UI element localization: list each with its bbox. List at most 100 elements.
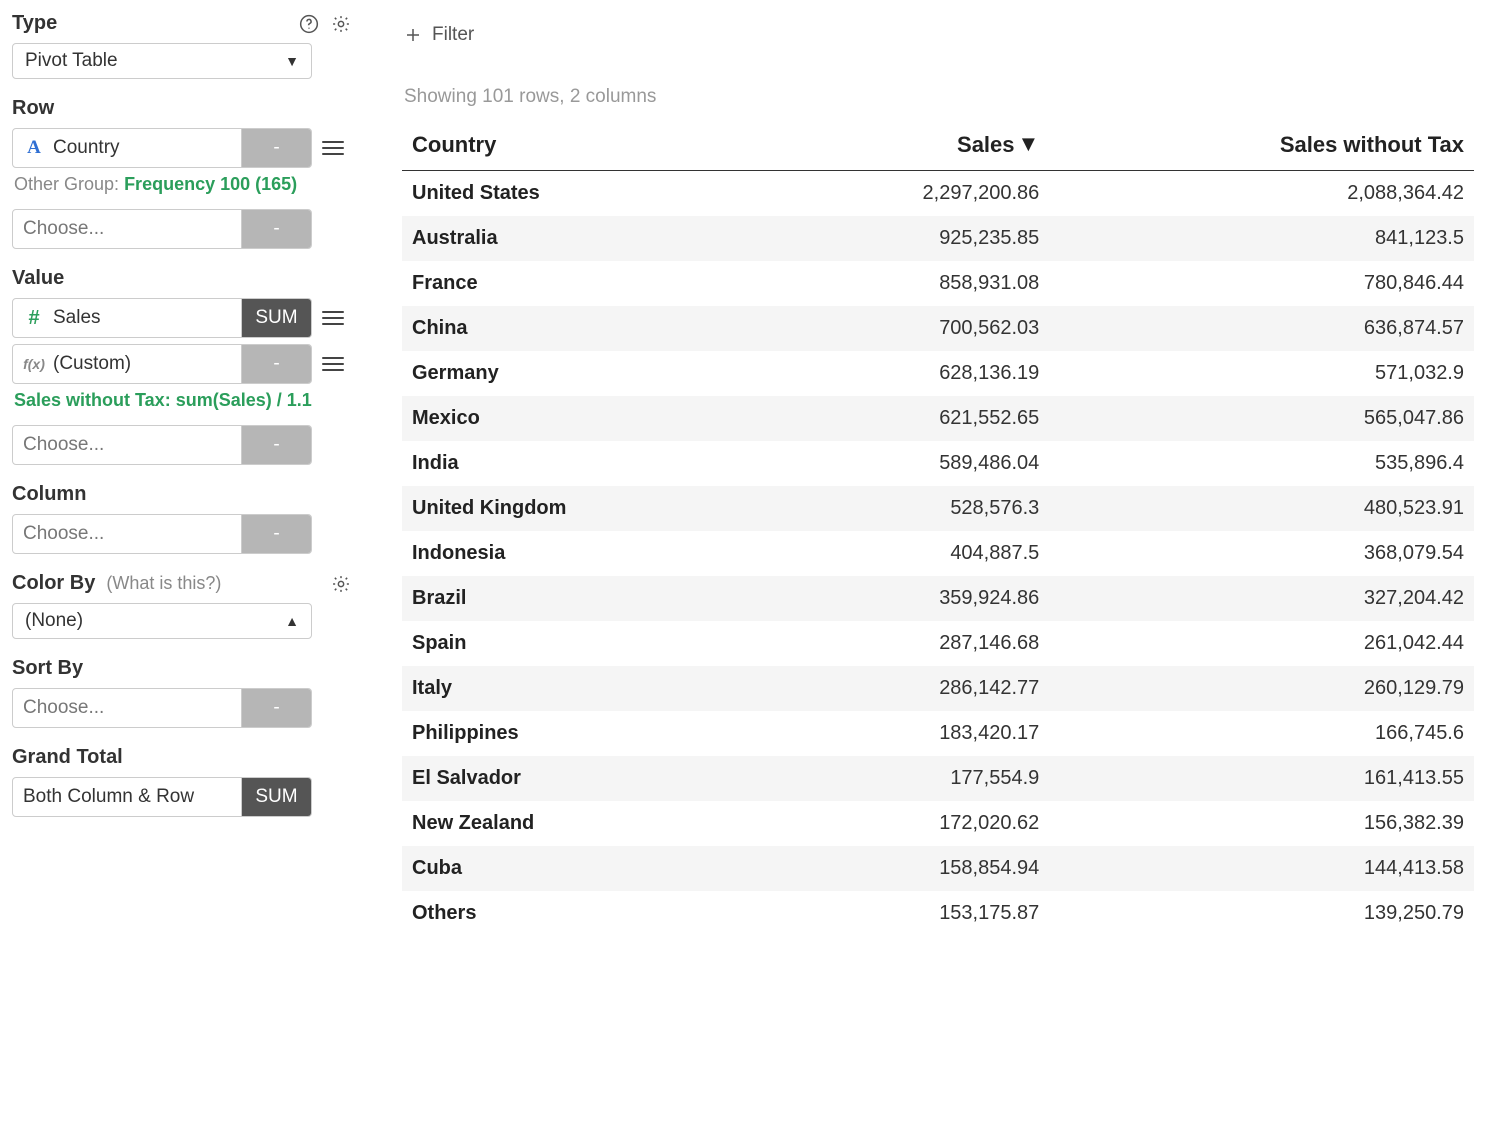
cell-sales-no-tax: 144,413.58 bbox=[1049, 846, 1474, 891]
cell-sales-no-tax: 368,079.54 bbox=[1049, 531, 1474, 576]
cell-sales: 183,420.17 bbox=[765, 711, 1049, 756]
status-text: Showing 101 rows, 2 columns bbox=[404, 86, 1474, 108]
sortby-choose[interactable]: Choose... - bbox=[12, 688, 312, 728]
cell-sales: 589,486.04 bbox=[765, 441, 1049, 486]
table-row: Cuba158,854.94144,413.58 bbox=[402, 846, 1474, 891]
cell-country: New Zealand bbox=[402, 801, 765, 846]
table-row: New Zealand172,020.62156,382.39 bbox=[402, 801, 1474, 846]
row-field-name: Country bbox=[53, 137, 120, 159]
colorby-label: Color By bbox=[12, 572, 95, 594]
gear-icon[interactable] bbox=[330, 13, 352, 35]
colorby-select-value: (None) bbox=[25, 610, 83, 632]
sort-desc-icon: ▼ bbox=[1018, 131, 1040, 157]
cell-country: Indonesia bbox=[402, 531, 765, 576]
cell-country: Mexico bbox=[402, 396, 765, 441]
sortby-label: Sort By bbox=[12, 657, 83, 680]
cell-sales: 153,175.87 bbox=[765, 891, 1049, 936]
sortby-choose-agg-button[interactable]: - bbox=[241, 689, 311, 727]
gear-icon[interactable] bbox=[330, 573, 352, 595]
cell-country: United States bbox=[402, 171, 765, 217]
pivot-table: Country Sales▼ Sales without Tax United … bbox=[402, 120, 1474, 936]
table-row: Mexico621,552.65565,047.86 bbox=[402, 396, 1474, 441]
table-row: United States2,297,200.862,088,364.42 bbox=[402, 171, 1474, 217]
value-custom-name: (Custom) bbox=[53, 353, 131, 375]
cell-sales-no-tax: 571,032.9 bbox=[1049, 351, 1474, 396]
value-field-custom[interactable]: f(x) (Custom) - bbox=[12, 344, 312, 384]
row-field-agg-button[interactable]: - bbox=[241, 129, 311, 167]
cell-sales: 286,142.77 bbox=[765, 666, 1049, 711]
cell-sales: 621,552.65 bbox=[765, 396, 1049, 441]
chevron-down-icon: ▼ bbox=[285, 53, 299, 69]
table-row: India589,486.04535,896.4 bbox=[402, 441, 1474, 486]
table-row: Philippines183,420.17166,745.6 bbox=[402, 711, 1474, 756]
help-icon[interactable] bbox=[298, 13, 320, 35]
value-field-sales[interactable]: # Sales SUM bbox=[12, 298, 312, 338]
cell-country: China bbox=[402, 306, 765, 351]
row-choose-agg-button[interactable]: - bbox=[241, 210, 311, 248]
column-choose[interactable]: Choose... - bbox=[12, 514, 312, 554]
row-label: Row bbox=[12, 97, 54, 120]
value-custom-agg-button[interactable]: - bbox=[241, 345, 311, 383]
cell-sales: 404,887.5 bbox=[765, 531, 1049, 576]
table-row: Spain287,146.68261,042.44 bbox=[402, 621, 1474, 666]
cell-sales: 628,136.19 bbox=[765, 351, 1049, 396]
table-row: Others153,175.87139,250.79 bbox=[402, 891, 1474, 936]
cell-country: Spain bbox=[402, 621, 765, 666]
cell-country: Germany bbox=[402, 351, 765, 396]
value-choose-agg-button[interactable]: - bbox=[241, 426, 311, 464]
cell-country: Australia bbox=[402, 216, 765, 261]
row-field-country[interactable]: A Country - bbox=[12, 128, 312, 168]
cell-country: El Salvador bbox=[402, 756, 765, 801]
cell-sales-no-tax: 841,123.5 bbox=[1049, 216, 1474, 261]
cell-sales-no-tax: 565,047.86 bbox=[1049, 396, 1474, 441]
colorby-select[interactable]: (None) ▲ bbox=[12, 603, 312, 639]
cell-country: Philippines bbox=[402, 711, 765, 756]
cell-sales: 172,020.62 bbox=[765, 801, 1049, 846]
cell-sales-no-tax: 2,088,364.42 bbox=[1049, 171, 1474, 217]
header-country[interactable]: Country bbox=[402, 120, 765, 171]
type-select[interactable]: Pivot Table ▼ bbox=[12, 43, 312, 79]
row-other-group: Other Group: Frequency 100 (165) bbox=[14, 174, 350, 195]
cell-sales: 700,562.03 bbox=[765, 306, 1049, 351]
column-choose-agg-button[interactable]: - bbox=[241, 515, 311, 553]
cell-country: Cuba bbox=[402, 846, 765, 891]
table-row: Indonesia404,887.5368,079.54 bbox=[402, 531, 1474, 576]
type-label: Type bbox=[12, 12, 57, 35]
cell-sales: 287,146.68 bbox=[765, 621, 1049, 666]
value-choose[interactable]: Choose... - bbox=[12, 425, 312, 465]
table-row: United Kingdom528,576.3480,523.91 bbox=[402, 486, 1474, 531]
drag-handle-icon[interactable] bbox=[322, 141, 344, 155]
add-filter-button[interactable]: Filter bbox=[404, 24, 1474, 46]
cell-sales: 858,931.08 bbox=[765, 261, 1049, 306]
grandtotal-label: Grand Total bbox=[12, 746, 123, 769]
cell-sales-no-tax: 535,896.4 bbox=[1049, 441, 1474, 486]
grandtotal-select[interactable]: Both Column & Row SUM bbox=[12, 777, 312, 817]
header-sales-no-tax[interactable]: Sales without Tax bbox=[1049, 120, 1474, 171]
header-sales[interactable]: Sales▼ bbox=[765, 120, 1049, 171]
table-row: Australia925,235.85841,123.5 bbox=[402, 216, 1474, 261]
type-select-value: Pivot Table bbox=[25, 50, 118, 72]
cell-country: Brazil bbox=[402, 576, 765, 621]
table-row: Italy286,142.77260,129.79 bbox=[402, 666, 1474, 711]
grandtotal-agg-button[interactable]: SUM bbox=[241, 778, 311, 816]
cell-country: Italy bbox=[402, 666, 765, 711]
drag-handle-icon[interactable] bbox=[322, 311, 344, 325]
drag-handle-icon[interactable] bbox=[322, 357, 344, 371]
cell-country: India bbox=[402, 441, 765, 486]
cell-sales: 158,854.94 bbox=[765, 846, 1049, 891]
row-choose[interactable]: Choose... - bbox=[12, 209, 312, 249]
cell-country: France bbox=[402, 261, 765, 306]
value-field-agg-button[interactable]: SUM bbox=[241, 299, 311, 337]
colorby-hint[interactable]: (What is this?) bbox=[106, 573, 221, 593]
cell-sales-no-tax: 636,874.57 bbox=[1049, 306, 1474, 351]
cell-sales: 2,297,200.86 bbox=[765, 171, 1049, 217]
cell-sales-no-tax: 139,250.79 bbox=[1049, 891, 1474, 936]
cell-sales: 528,576.3 bbox=[765, 486, 1049, 531]
text-type-icon: A bbox=[23, 137, 45, 159]
config-sidebar: Type Pivot Table ▼ Row A Country bbox=[12, 12, 352, 936]
grandtotal-value: Both Column & Row bbox=[23, 786, 194, 808]
cell-sales: 925,235.85 bbox=[765, 216, 1049, 261]
number-type-icon: # bbox=[23, 307, 45, 330]
cell-sales-no-tax: 260,129.79 bbox=[1049, 666, 1474, 711]
cell-sales: 177,554.9 bbox=[765, 756, 1049, 801]
